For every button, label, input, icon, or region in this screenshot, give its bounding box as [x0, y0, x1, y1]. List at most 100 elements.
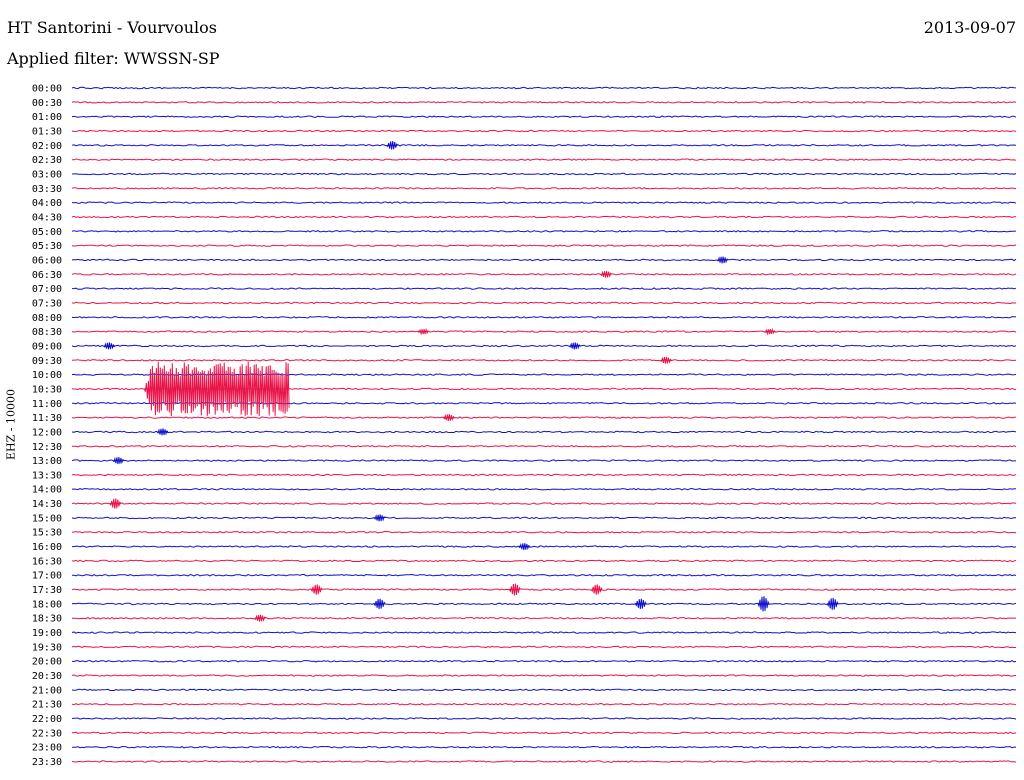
row-time-label: 22:00 — [32, 714, 62, 725]
trace-line — [71, 215, 1016, 219]
row-time-label: 22:30 — [32, 728, 62, 739]
row-time-label: 07:00 — [32, 284, 62, 295]
row-time-label: 21:30 — [32, 700, 62, 711]
trace-line — [71, 187, 1017, 190]
row-time-label: 17:00 — [32, 571, 62, 582]
row-time-label: 18:00 — [32, 599, 62, 610]
event-burst — [156, 428, 169, 436]
event-burst — [310, 584, 323, 595]
event-burst — [373, 514, 386, 522]
row-time-label: 00:30 — [32, 98, 62, 109]
trace-line — [71, 101, 1017, 104]
trace-line — [71, 301, 1016, 305]
row-time-label: 19:30 — [32, 642, 62, 653]
row-time-label: 02:00 — [32, 141, 62, 152]
trace-line — [71, 688, 1017, 692]
event-burst — [143, 361, 290, 417]
event-burst — [417, 327, 430, 336]
trace-line — [71, 230, 1016, 233]
row-time-label: 17:30 — [32, 585, 62, 596]
row-time-label: 20:00 — [32, 657, 62, 668]
row-time-label: 16:00 — [32, 542, 62, 553]
trace-line — [71, 86, 1017, 90]
trace-line — [72, 616, 1017, 620]
row-time-label: 15:00 — [32, 513, 62, 524]
row-time-label: 13:30 — [32, 470, 62, 481]
helicorder-chart: 00:00 00:30 01:00 01:30 02:00 02:30 03:00 03:30… — [32, 84, 1017, 768]
row-time-label: 04:30 — [32, 212, 62, 223]
trace-line — [71, 516, 1017, 520]
trace-line — [71, 258, 1017, 262]
event-burst — [373, 598, 386, 610]
trace-line — [71, 702, 1017, 706]
event-burst — [590, 584, 603, 595]
row-time-label: 10:30 — [32, 384, 62, 395]
row-time-label: 23:00 — [32, 743, 62, 754]
trace-line — [71, 129, 1017, 133]
trace-line — [71, 344, 1017, 348]
event-burst — [442, 413, 455, 422]
trace-line — [71, 287, 1017, 290]
event-burst — [112, 456, 125, 465]
trace-line — [71, 473, 1017, 477]
row-time-label: 15:30 — [32, 528, 62, 539]
trace-line — [71, 559, 1017, 563]
trace-line — [71, 430, 1017, 434]
row-time-label: 09:00 — [32, 341, 62, 352]
trace-line — [71, 158, 1017, 161]
row-time-label: 11:30 — [32, 413, 62, 424]
row-time-label: 01:30 — [32, 126, 62, 137]
row-time-label: 20:30 — [32, 671, 62, 682]
row-time-label: 18:30 — [32, 614, 62, 625]
row-time-label: 05:30 — [32, 241, 62, 252]
trace-line — [72, 545, 1017, 548]
trace-line — [71, 588, 1017, 591]
event-burst — [826, 597, 839, 610]
trace-line — [71, 172, 1017, 176]
event-burst — [660, 356, 672, 364]
trace-line — [71, 416, 1017, 419]
trace-line — [71, 645, 1016, 649]
event-burst — [634, 598, 647, 610]
trace-line — [71, 330, 1017, 333]
row-time-label: 02:30 — [32, 155, 62, 166]
trace-line — [71, 745, 1017, 749]
row-time-label: 12:30 — [32, 442, 62, 453]
trace-line — [71, 674, 1017, 677]
row-time-label: 16:30 — [32, 556, 62, 567]
row-time-label: 13:00 — [32, 456, 62, 467]
trace-line — [71, 201, 1017, 204]
trace-line — [71, 459, 1016, 462]
trace-line — [71, 502, 1017, 505]
row-time-label: 10:00 — [32, 370, 62, 381]
row-time-label: 21:00 — [32, 685, 62, 696]
event-burst — [568, 342, 581, 350]
trace-line — [71, 316, 1017, 319]
event-burst — [103, 342, 115, 350]
event-burst — [386, 141, 399, 150]
event-burst — [764, 327, 776, 336]
row-time-label: 07:30 — [32, 298, 62, 309]
event-burst — [109, 498, 122, 509]
row-time-label: 08:30 — [32, 327, 62, 338]
event-burst — [757, 596, 770, 612]
trace-line — [72, 445, 1017, 448]
row-time-label: 00:00 — [32, 84, 62, 95]
trace-line — [71, 359, 1017, 362]
trace-line — [71, 731, 1017, 735]
trace-line — [71, 717, 1017, 720]
row-time-label: 06:30 — [32, 270, 62, 281]
trace-line — [71, 602, 1017, 606]
trace-line — [71, 272, 1017, 276]
row-time-label: 23:30 — [32, 757, 62, 768]
trace-line — [71, 244, 1017, 247]
trace-line — [71, 760, 1017, 763]
trace-line — [71, 631, 1017, 634]
trace-line — [71, 115, 1017, 118]
trace-line — [71, 143, 1017, 147]
row-time-label: 04:00 — [32, 198, 62, 209]
event-burst — [716, 256, 729, 264]
row-time-label: 01:00 — [32, 112, 62, 123]
event-burst — [518, 542, 531, 551]
trace-line — [71, 487, 1017, 491]
